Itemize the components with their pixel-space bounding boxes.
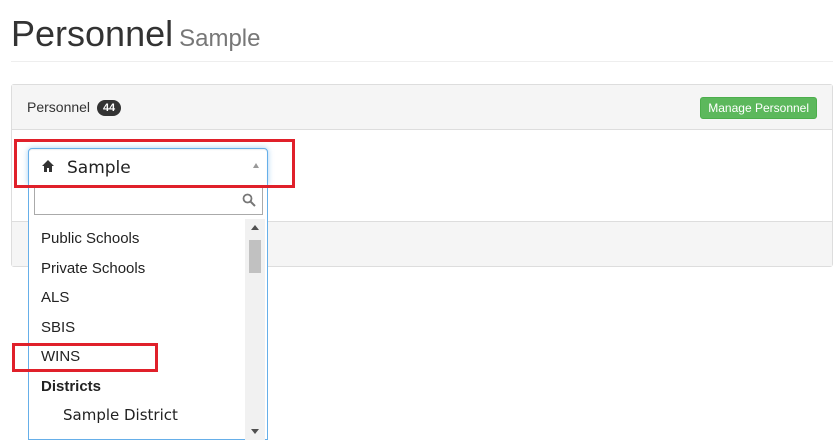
dropdown-scrollbar[interactable] [245, 219, 265, 440]
manage-personnel-button[interactable]: Manage Personnel [700, 97, 817, 119]
option-group-districts: Districts [41, 378, 102, 395]
home-icon [42, 160, 54, 172]
personnel-count-badge: 44 [96, 100, 122, 116]
select-selected-value: Sample [67, 158, 131, 178]
dropdown-options-list: Public Schools Private Schools ALS SBIS … [29, 223, 245, 440]
organization-select[interactable]: Sample [28, 148, 268, 184]
option-public-schools[interactable]: Public Schools [41, 230, 139, 247]
page-header: Personnel Sample [11, 8, 833, 62]
scroll-up-arrow-icon[interactable] [251, 225, 259, 230]
option-private-schools[interactable]: Private Schools [41, 260, 145, 277]
dropdown-search-field[interactable] [34, 186, 263, 215]
page-title: Personnel Sample [11, 12, 260, 61]
search-icon [242, 193, 256, 207]
panel-heading-label: Personnel [27, 99, 91, 115]
page: Personnel Sample Personnel 44 Manage Pers… [0, 0, 834, 440]
option-als[interactable]: ALS [41, 289, 69, 306]
chevron-up-icon [253, 163, 259, 168]
panel-heading: Personnel 44 Manage Personnel [12, 85, 832, 130]
page-subtitle: Sample [179, 25, 261, 52]
panel-heading-title: Personnel 44 [27, 99, 122, 116]
page-title-text: Personnel [11, 13, 174, 54]
scroll-down-arrow-icon[interactable] [251, 429, 259, 434]
select-dropdown: Public Schools Private Schools ALS SBIS … [28, 183, 268, 440]
option-wins[interactable]: WINS [41, 348, 80, 365]
dropdown-search-input[interactable] [35, 187, 247, 212]
option-sample-district[interactable]: Sample District [63, 406, 178, 424]
scrollbar-thumb[interactable] [249, 240, 261, 273]
option-sbis[interactable]: SBIS [41, 319, 75, 336]
